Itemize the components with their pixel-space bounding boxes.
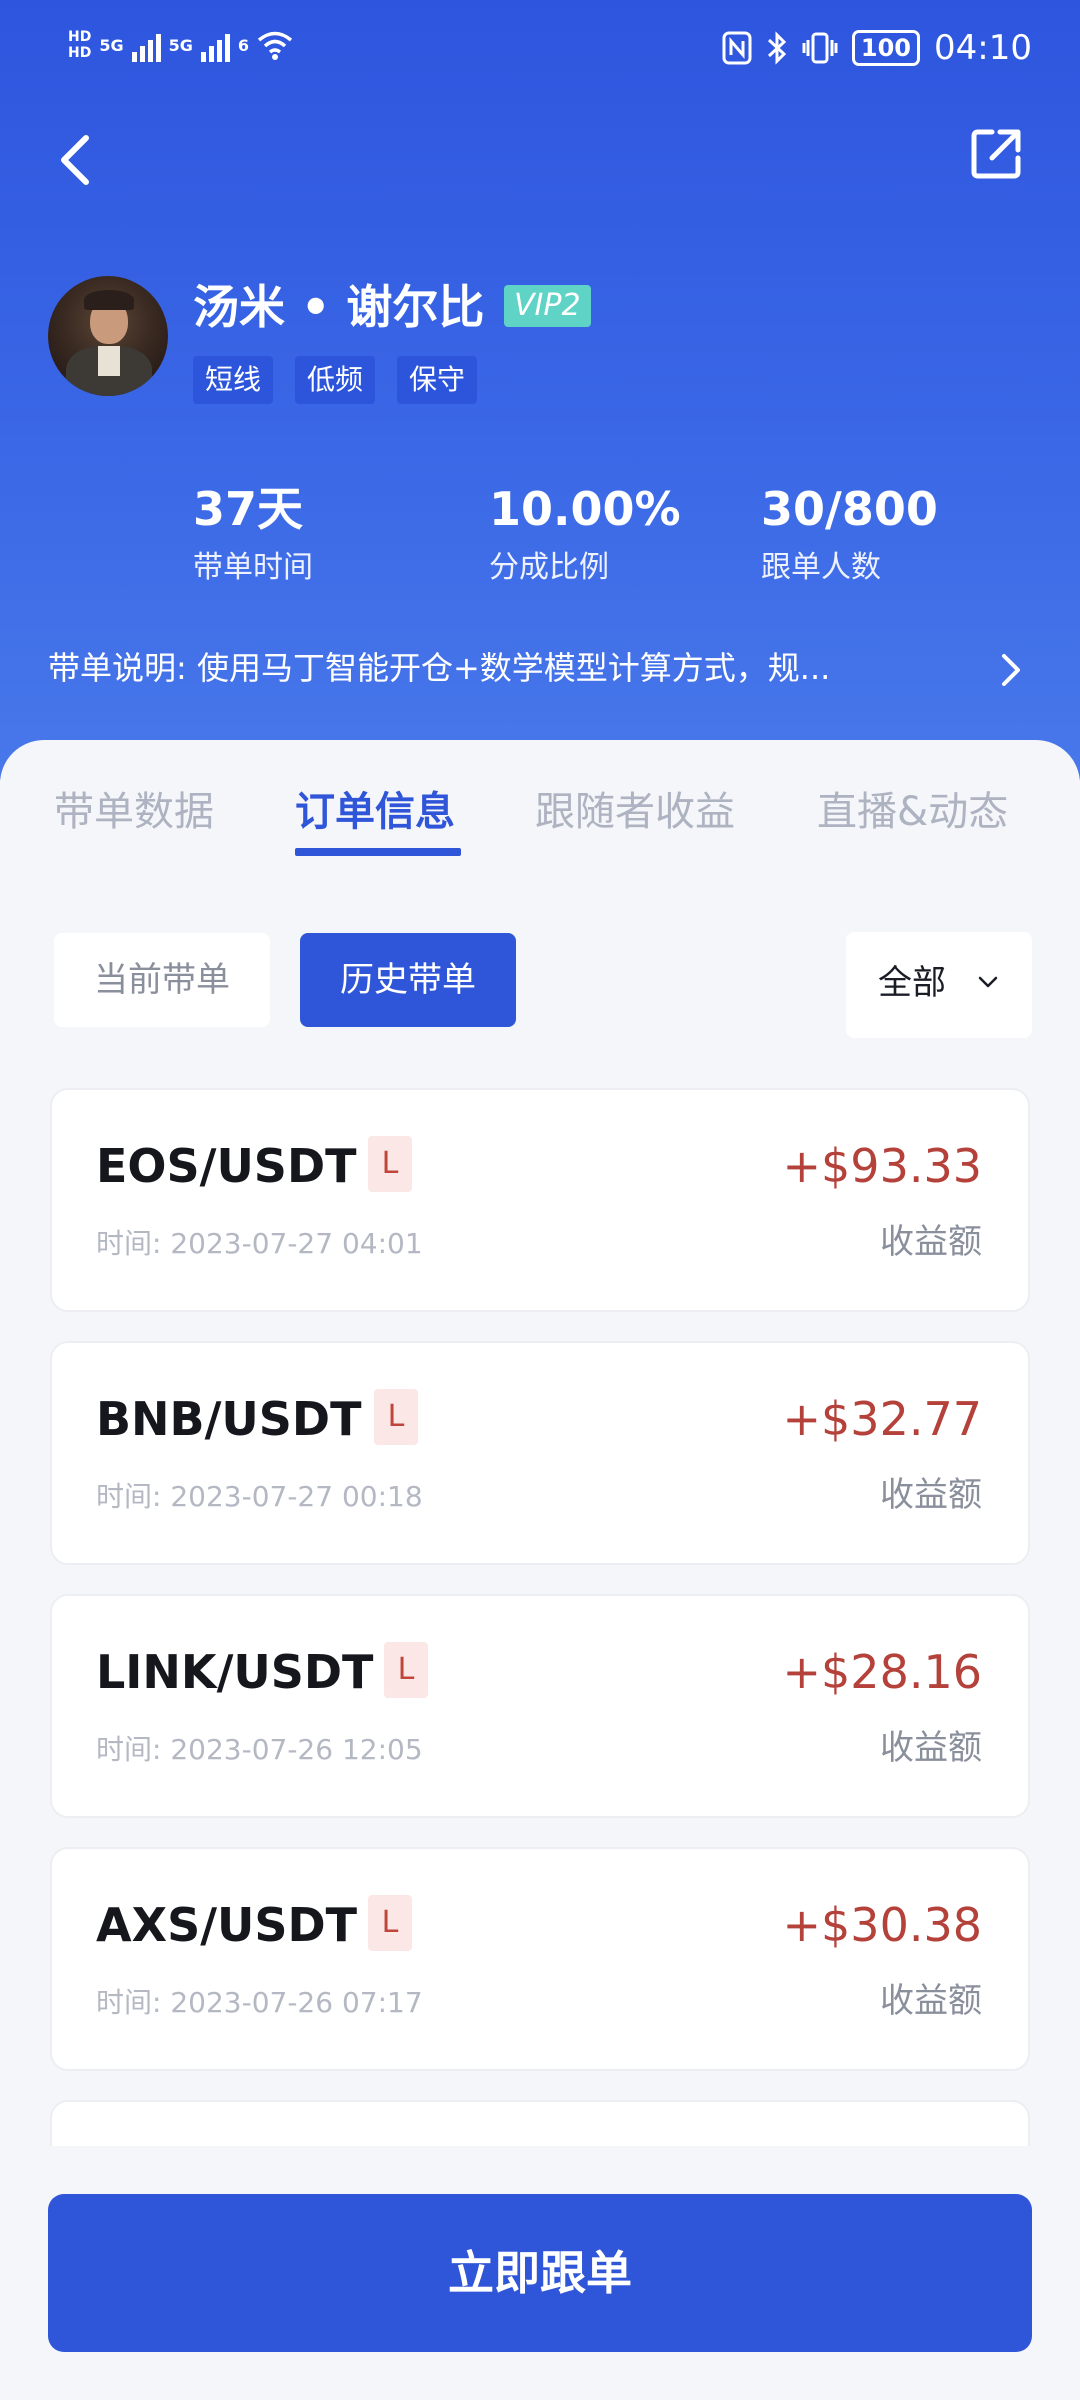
filter-dropdown[interactable]: 全部: [846, 932, 1032, 1038]
tag-short-term: 短线: [193, 356, 274, 404]
stat-label: 带单时间: [193, 550, 313, 585]
network-type-2: 5G: [168, 35, 193, 55]
hd-indicator: HD HD: [68, 29, 91, 61]
status-right: 100 04:10: [722, 28, 1032, 68]
order-time: 时间: 2023-07-26 07:17: [96, 1986, 423, 2019]
tag-conservative: 保守: [397, 356, 478, 404]
wifi-generation: 6: [237, 35, 250, 55]
stat-value: 10.00%: [489, 482, 681, 536]
order-profit: +$28.16: [782, 1645, 983, 1699]
clock: 04:10: [934, 28, 1032, 68]
order-pair: LINK/USDT: [96, 1645, 374, 1699]
order-side-badge: L: [374, 1389, 418, 1445]
tab-bar: 带单数据 订单信息 跟随者收益 直播&动态: [0, 780, 1080, 860]
order-profit-label: 收益额: [880, 1475, 982, 1515]
tab-order-info[interactable]: 订单信息: [295, 780, 455, 844]
nfc-icon: [722, 31, 752, 65]
order-side-badge: L: [368, 1136, 412, 1192]
stat-label: 分成比例: [489, 550, 609, 585]
lead-description[interactable]: 带单说明: 使用马丁智能开仓+数学模型计算方式，规...: [48, 645, 928, 691]
order-pair: EOS/USDT: [96, 1139, 357, 1193]
order-profit-label: 收益额: [880, 1981, 982, 2021]
tab-follower-earnings[interactable]: 跟随者收益: [535, 780, 735, 844]
tag-low-frequency: 低频: [295, 356, 376, 404]
tab-live-feed[interactable]: 直播&动态: [817, 780, 1008, 844]
order-card[interactable]: BNB/USDT L 时间: 2023-07-27 00:18 +$32.77 …: [50, 1341, 1030, 1565]
order-card[interactable]: LINK/USDT L 时间: 2023-07-26 12:05 +$28.16…: [50, 1594, 1030, 1818]
hd-top: HD: [68, 29, 92, 45]
stat-lead-time: 37天 带单时间: [193, 480, 313, 588]
bluetooth-icon: [767, 31, 787, 65]
segment-history-orders[interactable]: 历史带单: [300, 933, 516, 1027]
battery-icon: 100: [851, 30, 921, 66]
tab-lead-data[interactable]: 带单数据: [54, 780, 214, 844]
order-pair: BNB/USDT: [96, 1392, 362, 1446]
chevron-right-icon[interactable]: [996, 650, 1026, 690]
order-profit: +$32.77: [782, 1392, 983, 1446]
avatar: [48, 276, 168, 396]
stat-value: 37天: [193, 482, 304, 536]
follow-now-button[interactable]: 立即跟单: [48, 2194, 1032, 2352]
chevron-down-icon: [978, 976, 998, 988]
status-bar: HD HD 5G 5G 6 100 04:10: [0, 0, 1080, 104]
trader-name: 汤米 • 谢尔比: [193, 280, 485, 334]
stat-label: 跟单人数: [761, 550, 881, 585]
order-card[interactable]: AXS/USDT L 时间: 2023-07-26 07:17 +$30.38 …: [50, 1847, 1030, 2071]
active-tab-indicator: [295, 848, 461, 856]
trader-tags: 短线 低频 保守: [193, 356, 478, 404]
order-side-badge: L: [384, 1642, 428, 1698]
order-time: 时间: 2023-07-27 00:18: [96, 1480, 423, 1513]
stat-value: 30/800: [761, 482, 938, 536]
order-time: 时间: 2023-07-27 04:01: [96, 1227, 423, 1260]
vibrate-icon: [802, 32, 838, 64]
order-profit-label: 收益额: [880, 1222, 982, 1262]
order-profit-label: 收益额: [880, 1728, 982, 1768]
signal-icon-2: [200, 28, 230, 62]
wifi-icon: [257, 31, 293, 60]
segment-current-orders[interactable]: 当前带单: [54, 933, 270, 1027]
order-pair: AXS/USDT: [96, 1898, 358, 1952]
network-type-1: 5G: [99, 35, 124, 55]
order-side-badge: L: [368, 1895, 412, 1951]
order-card[interactable]: EOS/USDT L 时间: 2023-07-27 04:01 +$93.33 …: [50, 1088, 1030, 1312]
status-left: HD HD 5G 5G 6: [68, 28, 293, 62]
order-time: 时间: 2023-07-26 12:05: [96, 1733, 423, 1766]
share-icon[interactable]: [968, 126, 1024, 182]
signal-icon-1: [131, 28, 161, 62]
back-icon[interactable]: [56, 132, 96, 188]
order-profit: +$30.38: [782, 1898, 983, 1952]
stat-profit-share: 10.00% 分成比例: [489, 480, 681, 588]
order-profit: +$93.33: [782, 1139, 983, 1193]
hd-bottom: HD: [68, 45, 92, 61]
stat-followers: 30/800 跟单人数: [761, 480, 938, 588]
filter-value: 全部: [878, 963, 946, 1003]
vip-badge: VIP2: [504, 285, 591, 327]
